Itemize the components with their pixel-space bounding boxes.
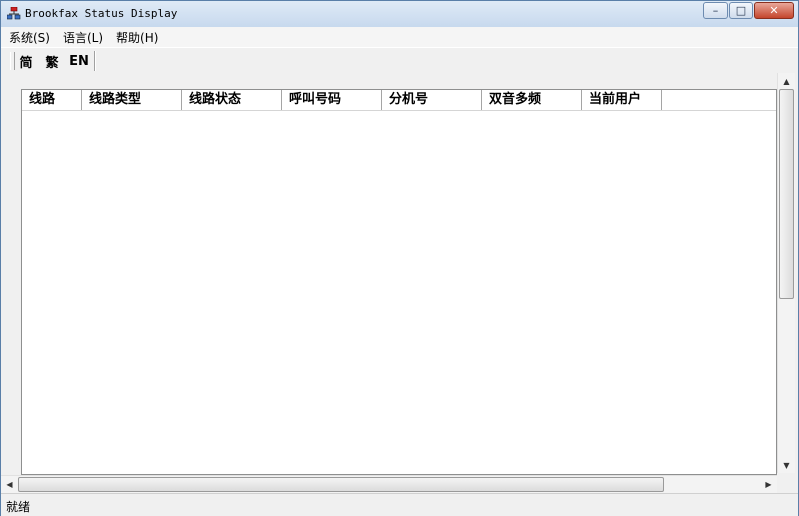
column-caller-number[interactable]: 呼叫号码 xyxy=(282,90,382,110)
status-text: 就绪 xyxy=(6,500,31,514)
arrow-left-icon[interactable]: ◀ xyxy=(1,476,18,492)
menu-bar: 系统(S) 语言(L) 帮助(H) xyxy=(1,27,798,47)
maximize-button[interactable]: □ xyxy=(729,2,753,19)
list-header: 线路 线路类型 线路状态 呼叫号码 分机号 双音多频 当前用户 xyxy=(22,90,776,111)
english-button[interactable]: EN xyxy=(67,52,91,70)
arrow-down-icon[interactable]: ▼ xyxy=(778,457,795,473)
arrow-right-icon[interactable]: ▶ xyxy=(760,476,777,492)
vertical-scroll-thumb[interactable] xyxy=(779,89,794,299)
network-computer-icon xyxy=(7,7,21,20)
toolbar-separator xyxy=(94,51,96,71)
horizontal-scrollbar[interactable]: ◀ ▶ xyxy=(1,475,777,493)
minimize-button[interactable]: – xyxy=(703,2,728,19)
menu-help[interactable]: 帮助(H) xyxy=(108,29,163,46)
simplified-chinese-button[interactable]: 简 xyxy=(17,52,35,71)
horizontal-scroll-thumb[interactable] xyxy=(18,477,664,492)
vertical-scrollbar[interactable]: ▲ ▼ xyxy=(777,73,795,473)
column-current-user[interactable]: 当前用户 xyxy=(582,90,662,110)
close-button[interactable]: ✕ xyxy=(754,2,794,19)
column-line-type[interactable]: 线路类型 xyxy=(82,90,182,110)
arrow-up-icon[interactable]: ▲ xyxy=(778,73,795,89)
window-title: Brookfax Status Display xyxy=(25,7,178,20)
column-extension[interactable]: 分机号 xyxy=(382,90,482,110)
traditional-chinese-button[interactable]: 繁 xyxy=(43,52,61,71)
app-window: Brookfax Status Display – □ ✕ 系统(S) 语言(L… xyxy=(0,0,799,516)
menu-language[interactable]: 语言(L) xyxy=(55,29,108,46)
status-bar: 就绪 xyxy=(1,493,798,516)
column-dtmf[interactable]: 双音多频 xyxy=(482,90,582,110)
title-bar[interactable]: Brookfax Status Display – □ ✕ xyxy=(1,1,798,28)
column-line-status[interactable]: 线路状态 xyxy=(182,90,282,110)
toolbar-grip[interactable] xyxy=(10,52,15,70)
menu-system[interactable]: 系统(S) xyxy=(1,29,55,46)
toolbar: 简 繁 EN xyxy=(1,47,798,75)
column-line[interactable]: 线路 xyxy=(22,90,82,110)
line-status-list[interactable]: 线路 线路类型 线路状态 呼叫号码 分机号 双音多频 当前用户 xyxy=(21,89,777,475)
